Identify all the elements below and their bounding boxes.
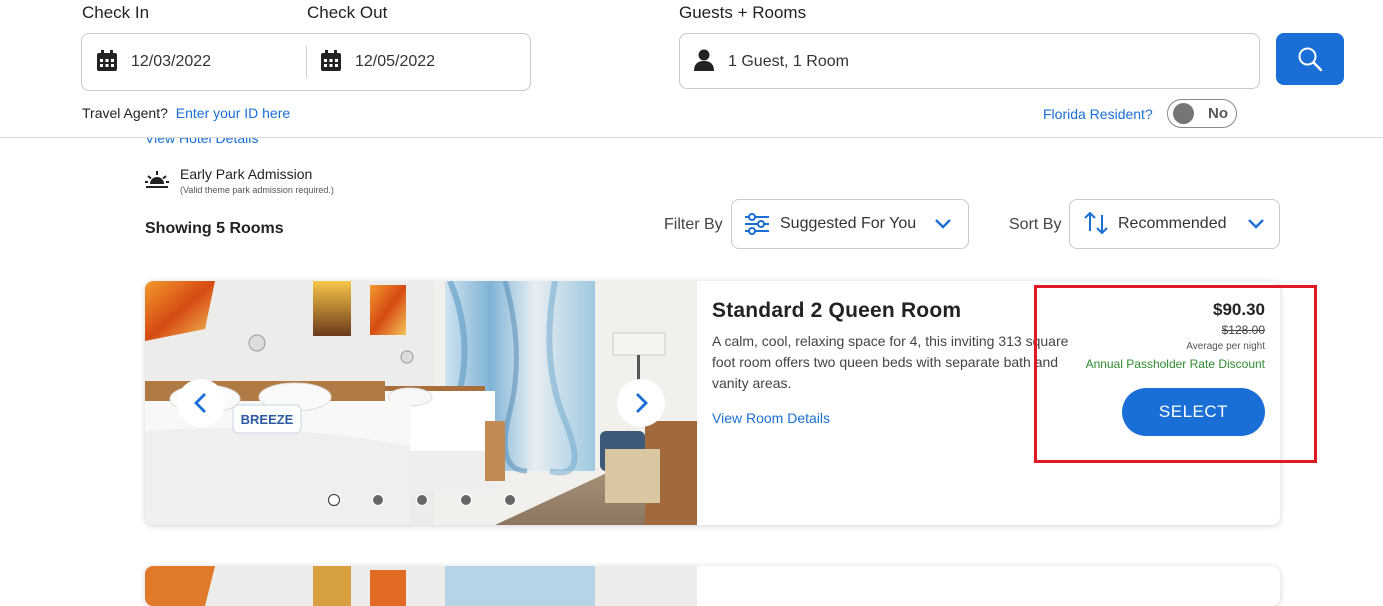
search-button[interactable] <box>1276 33 1344 85</box>
toggle-knob <box>1173 103 1194 124</box>
guests-rooms-value: 1 Guest, 1 Room <box>728 53 849 70</box>
check-in-label: Check In <box>82 3 150 22</box>
carousel-dot[interactable] <box>372 494 384 506</box>
toggle-value: No <box>1208 105 1228 122</box>
florida-resident-label: Florida Resident? <box>1043 106 1153 122</box>
room-description: A calm, cool, relaxing space for 4, this… <box>712 333 1069 391</box>
filter-value: Suggested For You <box>780 215 917 232</box>
check-out-label: Check Out <box>307 3 388 22</box>
carousel-dot[interactable] <box>416 494 428 506</box>
amenity-title: Early Park Admission <box>180 166 313 182</box>
chevron-left-icon <box>194 393 206 413</box>
search-icon <box>1298 47 1323 72</box>
carousel-prev-button[interactable] <box>177 379 225 427</box>
chevron-down-icon <box>1248 219 1264 229</box>
date-range-field[interactable]: 12/03/2022 12/05/2022 <box>81 33 531 91</box>
travel-agent: Travel Agent? Enter your ID here <box>82 105 290 121</box>
sort-value: Recommended <box>1118 215 1227 232</box>
date-divider <box>306 46 307 78</box>
check-out-input[interactable]: 12/05/2022 <box>355 53 435 71</box>
room-photo: BREEZE <box>145 281 697 525</box>
carousel-dot[interactable] <box>328 494 340 506</box>
sort-arrows-icon <box>1084 211 1108 235</box>
room-card <box>145 566 1280 606</box>
check-in-input[interactable]: 12/03/2022 <box>131 53 211 71</box>
sort-dropdown[interactable]: Recommended <box>1069 199 1280 249</box>
sliders-icon <box>745 213 769 235</box>
guests-rooms-field[interactable]: 1 Guest, 1 Room <box>679 33 1260 89</box>
travel-agent-link[interactable]: Enter your ID here <box>176 105 290 121</box>
results-count: Showing 5 Rooms <box>145 220 284 237</box>
search-header: Check In Check Out Guests + Rooms 12/03/… <box>0 0 1383 138</box>
calendar-icon <box>321 50 341 71</box>
carousel-dot[interactable] <box>504 494 516 506</box>
travel-agent-label: Travel Agent? <box>82 105 168 121</box>
filter-label: Filter By <box>664 216 723 233</box>
view-room-details-link[interactable]: View Room Details <box>712 410 830 426</box>
pillow-text: BREEZE <box>241 412 294 427</box>
highlight-box <box>1034 285 1317 463</box>
carousel-dot[interactable] <box>460 494 472 506</box>
carousel-next-button[interactable] <box>617 379 665 427</box>
room-photo <box>145 566 697 606</box>
florida-resident-toggle[interactable]: No <box>1167 99 1237 128</box>
sunrise-icon <box>145 171 169 188</box>
guests-rooms-label: Guests + Rooms <box>679 3 807 22</box>
chevron-right-icon <box>636 393 648 413</box>
amenity-note: (Valid theme park admission required.) <box>180 185 334 195</box>
person-icon <box>694 49 714 71</box>
chevron-down-icon <box>935 219 951 229</box>
sort-label: Sort By <box>1009 216 1062 233</box>
filter-dropdown[interactable]: Suggested For You <box>731 199 969 249</box>
room-title: Standard 2 Queen Room <box>712 299 962 322</box>
calendar-icon <box>97 50 117 71</box>
